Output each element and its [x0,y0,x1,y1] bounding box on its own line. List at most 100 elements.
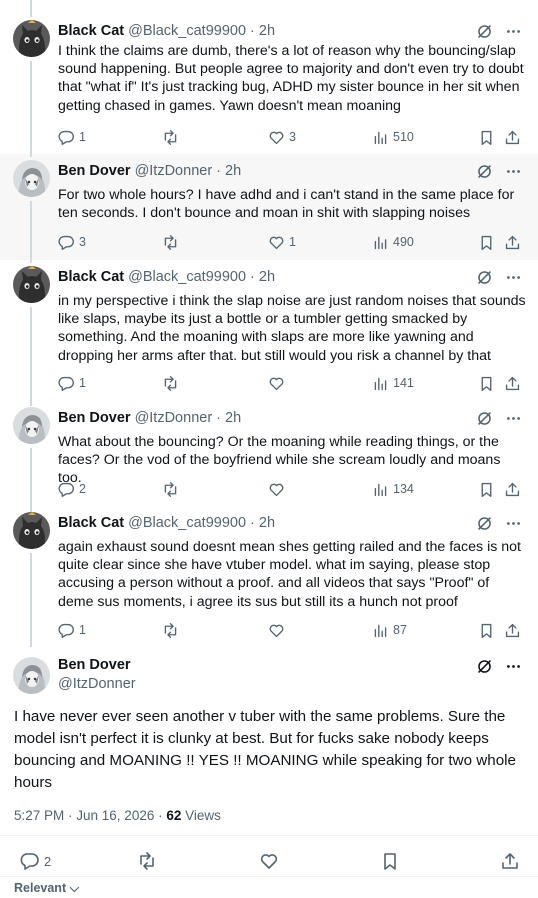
reply-button[interactable]: 1 [58,373,86,393]
author-name[interactable]: Ben Dover [58,410,131,426]
more-options-icon[interactable] [505,515,522,537]
bookmark-icon [481,376,492,391]
retweet-button[interactable] [137,851,157,871]
more-options-icon[interactable] [505,269,522,291]
share-button[interactable] [504,620,521,640]
reply-tweet[interactable]: Black Cat @Black_cat99900 · 2h I think th… [0,0,538,154]
thread-line [30,448,32,512]
tweet-text: in my perspective i think the slap noise… [58,293,526,364]
share-button[interactable] [504,127,521,147]
author-name[interactable]: Black Cat [58,23,124,39]
views-button[interactable]: 141 [372,373,414,393]
grok-icon[interactable] [476,658,493,680]
grok-icon[interactable] [476,163,493,185]
like-button[interactable] [268,373,289,393]
author-handle[interactable]: @ItzDonner [58,676,136,692]
tweet-top-actions [476,658,522,680]
tweet-time[interactable]: 2h [259,269,275,285]
views-button[interactable]: 87 [372,620,407,640]
thread-line [30,553,32,647]
views-button[interactable]: 490 [372,232,414,252]
bookmark-icon [384,853,396,870]
reply-icon [58,623,74,638]
tweet-actions: 1 141 [58,373,524,393]
avatar[interactable] [13,160,50,197]
author-handle[interactable]: @ItzDonner [135,410,213,426]
more-options-icon[interactable] [505,658,522,680]
tweet-top-actions [476,410,522,432]
reply-tweet[interactable]: Ben Dover @ItzDonner · 2h What about the … [0,406,538,512]
reply-button[interactable]: 1 [58,127,86,147]
like-button[interactable] [268,479,289,499]
reply-tweet[interactable]: Black Cat @Black_cat99900 · 2h again exha… [0,512,538,647]
share-icon [505,130,520,144]
separator-dot: · [212,163,226,179]
like-button[interactable] [268,620,289,640]
retweet-button[interactable] [162,373,183,393]
bookmark-icon [481,130,492,145]
reply-icon [58,376,74,391]
views-icon [374,377,387,390]
bookmark-button[interactable] [478,373,495,393]
tweet-time[interactable]: 2h [259,515,275,531]
separator-dot: · [246,269,259,285]
author-name[interactable]: Black Cat [58,515,124,531]
reply-tweet[interactable]: Black Cat @Black_cat99900 · 2h in my pers… [0,260,538,406]
bookmark-button[interactable] [478,620,495,640]
retweet-button[interactable] [162,127,183,147]
author-name[interactable]: Ben Dover [58,657,131,673]
bookmark-button[interactable] [478,479,495,499]
more-options-icon[interactable] [505,163,522,185]
views-button[interactable]: 510 [372,127,414,147]
reply-button[interactable]: 3 [58,232,86,252]
avatar[interactable] [13,20,50,57]
reply-button[interactable]: 1 [58,620,86,640]
share-button[interactable] [504,479,521,499]
reply-tweet[interactable]: Ben Dover @ItzDonner · 2h For two whole h… [0,154,538,260]
share-icon [505,376,520,390]
like-button[interactable]: 3 [268,127,296,147]
share-button[interactable] [500,851,520,871]
views-icon [374,624,387,637]
tweet-time[interactable]: 2h [259,23,275,39]
author-handle[interactable]: @Black_cat99900 [128,515,246,531]
grok-icon[interactable] [476,269,493,291]
more-options-icon[interactable] [505,410,522,432]
grok-icon[interactable] [476,515,493,537]
views-button[interactable]: 134 [372,479,414,499]
author-name[interactable]: Black Cat [58,269,124,285]
share-icon [502,853,518,869]
chevron-down-icon: ⌵ [66,881,80,895]
grok-icon[interactable] [476,410,493,432]
reply-count: 2 [44,853,52,869]
view-count: 510 [393,130,414,144]
tweet-timestamp[interactable]: 5:27 PM · Jun 16, 2026 · [14,808,166,823]
tweet-time[interactable]: 2h [225,410,241,426]
avatar[interactable] [13,266,50,303]
sort-dropdown[interactable]: Relevant ⌵ [14,881,79,896]
author-name[interactable]: Ben Dover [58,163,131,179]
reply-button[interactable]: 2 [58,479,86,499]
share-button[interactable] [504,232,521,252]
bookmark-button[interactable] [478,232,495,252]
like-button[interactable] [259,851,279,871]
author-handle[interactable]: @Black_cat99900 [128,269,246,285]
tweet-text: I have never ever seen another v tuber w… [14,708,516,791]
view-count: 134 [393,482,414,496]
bookmark-button[interactable] [380,851,400,871]
bookmark-button[interactable] [478,127,495,147]
avatar[interactable] [13,407,50,444]
avatar[interactable] [13,657,50,694]
avatar[interactable] [13,512,50,549]
reply-button[interactable]: 2 [20,851,51,871]
author-handle[interactable]: @Black_cat99900 [128,23,246,39]
retweet-button[interactable] [162,232,183,252]
retweet-button[interactable] [162,620,183,640]
share-button[interactable] [504,373,521,393]
author-handle[interactable]: @ItzDonner [135,163,213,179]
tweet-time[interactable]: 2h [225,163,241,179]
view-count: 141 [393,376,414,390]
like-button[interactable]: 1 [268,232,296,252]
share-icon [505,482,520,496]
retweet-button[interactable] [162,479,183,499]
